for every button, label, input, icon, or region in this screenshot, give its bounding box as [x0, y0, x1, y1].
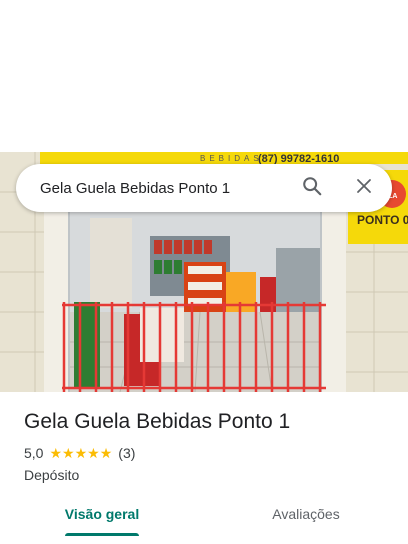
review-count[interactable]: (3)	[118, 445, 135, 461]
sign-bebidas-text: BEBIDAS	[200, 154, 263, 163]
search-icon	[301, 175, 323, 202]
search-input[interactable]: Gela Guela Bebidas Ponto 1	[16, 180, 292, 197]
place-info: Gela Guela Bebidas Ponto 1 5,0 ★ ★ ★ ★ ★…	[24, 408, 392, 484]
tab-reviews[interactable]: Avaliações	[204, 496, 408, 544]
place-title: Gela Guela Bebidas Ponto 1	[24, 410, 291, 433]
place-category[interactable]: Depósito	[24, 466, 392, 484]
sign-ponto-text: PONTO 01	[357, 213, 408, 227]
search-button[interactable]	[292, 168, 332, 208]
rating-value: 5,0	[24, 445, 44, 461]
star-rating: ★ ★ ★ ★ ★	[49, 446, 112, 460]
star-icon: ★	[49, 445, 63, 461]
place-tabs: Visão geral Avaliações	[0, 496, 408, 544]
close-icon	[355, 177, 373, 200]
star-icon: ★	[99, 445, 113, 461]
tab-overview[interactable]: Visão geral	[0, 496, 204, 544]
tab-reviews-label: Avaliações	[272, 506, 340, 522]
search-bar[interactable]: Gela Guela Bebidas Ponto 1	[16, 164, 392, 212]
close-button[interactable]	[344, 168, 384, 208]
active-tab-indicator	[65, 533, 139, 536]
star-icon: ★	[87, 445, 100, 461]
star-icon: ★	[62, 445, 75, 461]
star-icon: ★	[74, 445, 88, 461]
rating-row[interactable]: 5,0 ★ ★ ★ ★ ★ (3)	[24, 444, 392, 462]
tab-overview-label: Visão geral	[64, 506, 140, 522]
